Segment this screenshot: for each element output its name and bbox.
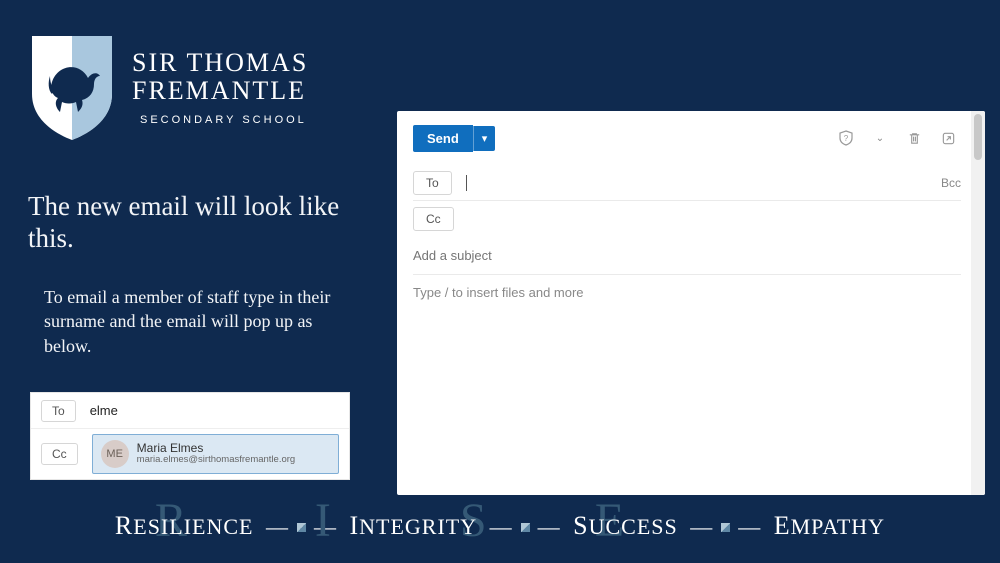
chevron-down-icon: ▾ bbox=[482, 133, 488, 145]
chevron-down-icon[interactable]: ⌄ bbox=[867, 125, 893, 151]
school-subtitle: SECONDARY SCHOOL bbox=[140, 114, 307, 126]
value-empathy: MPATHY bbox=[791, 514, 885, 539]
example-to-label[interactable]: To bbox=[41, 400, 76, 422]
send-button[interactable]: Send bbox=[413, 125, 473, 152]
avatar: ME bbox=[101, 440, 129, 468]
slide-body-text: To email a member of staff type in their… bbox=[44, 285, 364, 358]
school-logo-block: SIR THOMAS FREMANTLE SECONDARY SCHOOL bbox=[28, 32, 315, 142]
send-dropdown-button[interactable]: ▾ bbox=[473, 126, 496, 151]
example-autocomplete: To elme Cc ME Maria Elmes maria.elmes@si… bbox=[30, 392, 350, 480]
cc-chip[interactable]: Cc bbox=[413, 207, 454, 231]
suggestion-email: maria.elmes@sirthomasfremantle.org bbox=[137, 455, 296, 465]
separator-icon bbox=[721, 523, 730, 532]
separator-icon bbox=[521, 523, 530, 532]
example-cc-label[interactable]: Cc bbox=[41, 443, 78, 465]
school-name-line1: SIR THOMAS bbox=[132, 48, 315, 78]
text-cursor[interactable] bbox=[466, 175, 467, 191]
encrypt-icon[interactable]: ? bbox=[833, 125, 859, 151]
compose-subject-row bbox=[413, 237, 961, 275]
school-name-line2: FREMANTLE bbox=[132, 76, 315, 106]
svg-text:?: ? bbox=[844, 134, 849, 143]
example-typed-text[interactable]: elme bbox=[90, 403, 339, 418]
compose-to-row: To Bcc bbox=[413, 165, 961, 201]
compose-cc-row: Cc bbox=[413, 201, 961, 237]
compose-toolbar: Send ▾ ? ⌄ bbox=[413, 121, 961, 155]
popout-icon[interactable] bbox=[935, 125, 961, 151]
compose-body-placeholder[interactable]: Type / to insert files and more bbox=[413, 275, 961, 300]
slide-heading: The new email will look like this. bbox=[28, 190, 368, 255]
value-success: UCCESS bbox=[589, 514, 678, 539]
value-integrity: NTEGRITY bbox=[359, 514, 477, 539]
rise-values-footer: R I S E RESILIENCE —— INTEGRITY —— SUCCE… bbox=[0, 511, 1000, 541]
separator-icon bbox=[297, 523, 306, 532]
bcc-toggle[interactable]: Bcc bbox=[941, 176, 961, 190]
value-resilience: ESILIENCE bbox=[133, 514, 253, 539]
vertical-scrollbar[interactable] bbox=[971, 111, 985, 495]
to-chip[interactable]: To bbox=[413, 171, 452, 195]
trash-icon[interactable] bbox=[901, 125, 927, 151]
shield-logo-icon bbox=[28, 32, 116, 142]
autocomplete-suggestion[interactable]: ME Maria Elmes maria.elmes@sirthomasfrem… bbox=[92, 434, 339, 474]
subject-input[interactable] bbox=[413, 248, 961, 263]
compose-window: Send ▾ ? ⌄ To bbox=[397, 111, 985, 495]
